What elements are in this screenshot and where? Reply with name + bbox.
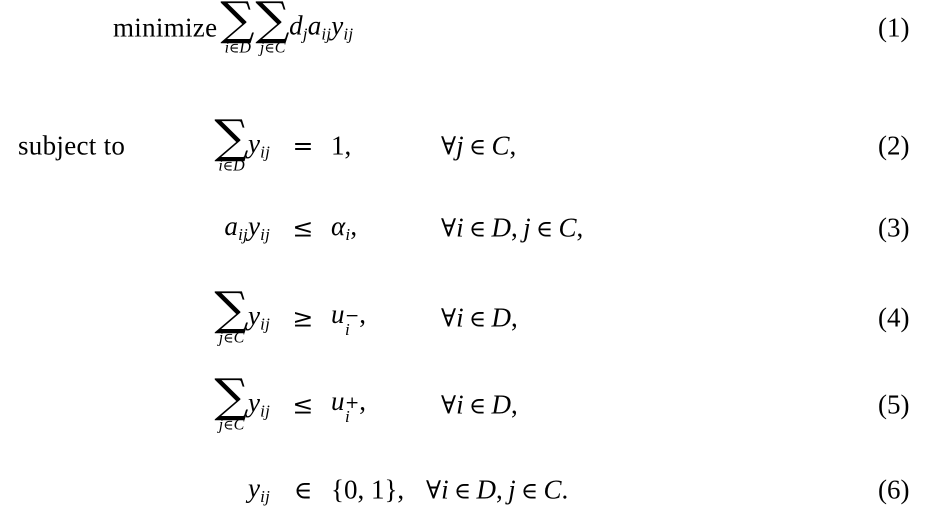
- sigma-glyph: ∑: [214, 281, 249, 336]
- constraint-2-rhs: 1,: [331, 130, 352, 161]
- variable-y: yij: [247, 387, 270, 422]
- variable-y: yij: [247, 210, 270, 245]
- constraint-6-relation: ∈: [293, 475, 313, 505]
- constraint-2-lhs: ∑ i∈D yij: [214, 109, 270, 175]
- sigma-glyph: ∑: [255, 0, 290, 46]
- u-plus-symbol: u + i: [331, 386, 360, 426]
- objective-term-y: yij: [331, 10, 354, 45]
- variable-y: yij: [247, 300, 270, 335]
- summation: ∑ j∈C: [214, 281, 249, 347]
- equation-number-2: (2): [878, 130, 910, 161]
- equation-number-1: (1): [878, 12, 910, 43]
- variable-y: yij: [247, 128, 270, 163]
- constraint-6-quantifier: ∀i ∈ D, j ∈ C.: [426, 474, 569, 505]
- constraint-3-relation: ≤: [292, 213, 314, 243]
- sigma-glyph: ∑: [214, 109, 249, 164]
- objective-term-a: aij: [307, 10, 332, 45]
- summation-outer: ∑ i∈D: [220, 0, 255, 56]
- alpha-symbol: αi: [331, 210, 351, 245]
- constraint-5-rhs: u + i ,: [331, 386, 366, 426]
- constraint-5-lhs: ∑ j∈C yij: [214, 368, 270, 434]
- constraint-3-rhs: αi,: [331, 210, 358, 245]
- equation-number-5: (5): [878, 389, 910, 420]
- constraint-5-quantifier: ∀i ∈ D,: [441, 389, 518, 420]
- constraint-4-rhs: u − i ,: [331, 299, 366, 339]
- constraint-6-rhs: {0, 1},: [331, 474, 405, 505]
- sigma-glyph: ∑: [214, 368, 249, 423]
- equation-number-4: (4): [878, 302, 910, 333]
- equation-number-3: (3): [878, 212, 910, 243]
- objective-keyword: minimize: [113, 12, 218, 43]
- constraint-4-relation: ≥: [292, 303, 314, 333]
- constraint-3-quantifier: ∀i ∈ D, j ∈ C,: [441, 212, 584, 243]
- equation-number-6: (6): [878, 474, 910, 505]
- sigma-glyph: ∑: [220, 0, 255, 46]
- constraint-2-relation: =: [292, 131, 314, 161]
- subject-to-label: subject to: [18, 130, 126, 161]
- optimization-model: minimize ∑ i∈D ∑ j∈C dj aij yij (1) subj…: [0, 0, 937, 520]
- constraint-4-quantifier: ∀i ∈ D,: [441, 302, 518, 333]
- constraint-2-quantifier: ∀j ∈ C,: [441, 130, 517, 161]
- objective-function: minimize ∑ i∈D ∑ j∈C dj aij yij: [113, 0, 353, 56]
- constraint-6-lhs: yij: [248, 473, 270, 507]
- summation-inner: ∑ j∈C: [255, 0, 290, 56]
- summation: ∑ i∈D: [214, 109, 249, 175]
- constraint-5-relation: ≤: [292, 390, 314, 420]
- objective-term-d: dj: [289, 10, 308, 45]
- summation: ∑ j∈C: [214, 368, 249, 434]
- constraint-4-lhs: ∑ j∈C yij: [214, 281, 270, 347]
- coefficient-a: aij: [224, 210, 248, 245]
- constraint-3-lhs: aij yij: [224, 211, 270, 245]
- variable-y: yij: [247, 472, 270, 507]
- u-minus-symbol: u − i: [331, 299, 360, 339]
